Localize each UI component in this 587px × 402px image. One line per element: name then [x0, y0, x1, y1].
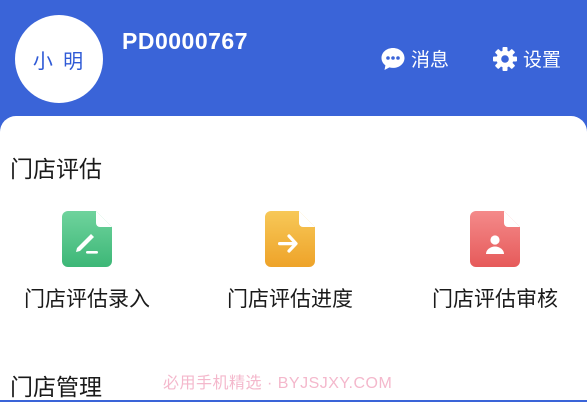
section-title-store-evaluation: 门店评估 [10, 157, 102, 183]
avatar[interactable]: 小 明 [15, 15, 103, 103]
chat-bubble-icon [381, 47, 405, 70]
arrow-document-icon [265, 211, 315, 267]
store-evaluation-progress-button[interactable]: 门店评估进度 [200, 211, 380, 313]
user-document-icon [470, 211, 520, 267]
store-evaluation-review-button[interactable]: 门店评估审核 [405, 211, 585, 313]
gear-icon [493, 46, 517, 71]
edit-document-icon [62, 211, 112, 267]
store-evaluation-entry-label: 门店评估录入 [24, 287, 150, 311]
section-title-store-management: 门店管理 [10, 375, 102, 401]
settings-button[interactable]: 设置 [492, 45, 561, 72]
store-evaluation-progress-label: 门店评估进度 [227, 287, 353, 311]
settings-label: 设置 [523, 49, 562, 71]
store-evaluation-entry-button[interactable]: 门店评估录入 [0, 211, 177, 313]
main-card: 门店评估 门店评估录入 门店评估进度 门店评估审核 门店管理 [0, 116, 587, 401]
messages-label: 消息 [411, 49, 450, 71]
messages-button[interactable]: 消息 [380, 45, 449, 72]
store-evaluation-review-label: 门店评估审核 [432, 287, 558, 311]
watermark: 必用手机精选 · BYJSJXY.COM [163, 375, 393, 392]
header-bar: 小 明 PD0000767 消息 设置 [0, 0, 587, 125]
user-id: PD0000767 [122, 28, 248, 54]
